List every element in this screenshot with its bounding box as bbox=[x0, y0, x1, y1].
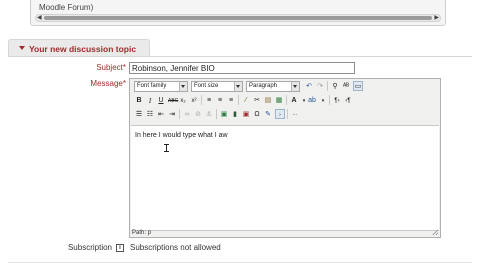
background-color-icon[interactable]: ab bbox=[307, 95, 317, 105]
toolbar-separator bbox=[216, 109, 217, 119]
toolbar-separator bbox=[238, 95, 239, 105]
font-size-select[interactable]: Font size bbox=[191, 81, 243, 92]
paste-icon[interactable]: ▤ bbox=[263, 95, 273, 105]
scroll-right-icon[interactable]: ▶ bbox=[433, 15, 439, 21]
collapse-arrow-icon[interactable] bbox=[19, 46, 25, 50]
fullscreen-icon[interactable]: ▭ bbox=[353, 81, 363, 91]
rtl-icon[interactable]: ‹¶ bbox=[343, 95, 353, 105]
dropdown-arrow-icon bbox=[291, 82, 299, 91]
subscription-label: Subscription bbox=[67, 243, 112, 252]
paragraph-format-value: Paragraph bbox=[249, 83, 278, 89]
text-color-icon[interactable]: A bbox=[289, 95, 299, 105]
font-size-value: Font size bbox=[194, 83, 219, 89]
section-title[interactable]: Your new discussion topic bbox=[29, 44, 136, 54]
toolbar-separator bbox=[286, 95, 287, 105]
paragraph-format-select[interactable]: Paragraph bbox=[246, 81, 300, 92]
indent-icon[interactable]: ⇥ bbox=[167, 109, 177, 119]
font-family-value: Font family bbox=[137, 83, 167, 89]
insert-image-icon[interactable]: ▣ bbox=[219, 109, 229, 119]
toolbar-separator bbox=[201, 95, 202, 105]
paste-text-icon[interactable]: ✂ bbox=[252, 95, 262, 105]
text-cursor-icon bbox=[164, 144, 169, 152]
bulleted-list-icon[interactable]: ☰ bbox=[134, 109, 144, 119]
bold-icon[interactable]: B bbox=[134, 95, 144, 105]
editor-path: Path: p bbox=[132, 230, 152, 236]
toolbar-separator bbox=[179, 109, 180, 119]
toolbar-row-2: B I U ABC x₂ x² ≡ ≡ ≡ ⁄ ✂ ▤ ▦ A ▾ ab ▾ ¶… bbox=[132, 94, 438, 107]
find-icon[interactable]: ⚲ bbox=[330, 81, 340, 91]
rich-text-editor: Font family Font size Paragraph ↶ ↷ ⚲ ᴬᴮ… bbox=[129, 78, 441, 238]
horizontal-scrollbar[interactable]: ◀ ▶ bbox=[35, 14, 441, 22]
clean-formatting-icon[interactable]: ⁄ bbox=[241, 95, 251, 105]
link-icon[interactable]: ∞ bbox=[182, 109, 192, 119]
message-label-text: Message bbox=[90, 79, 123, 88]
unlink-icon[interactable]: ⊘ bbox=[193, 109, 203, 119]
section-legend[interactable]: Your new discussion topic bbox=[8, 39, 150, 57]
html-source-icon[interactable]: › bbox=[275, 109, 285, 119]
align-center-icon[interactable]: ≡ bbox=[215, 95, 225, 105]
resize-handle-icon[interactable] bbox=[432, 229, 438, 235]
find-replace-icon[interactable]: ᴬᴮ bbox=[341, 81, 351, 91]
font-family-select[interactable]: Font family bbox=[134, 81, 188, 92]
ltr-icon[interactable]: ¶› bbox=[332, 95, 342, 105]
italic-icon[interactable]: I bbox=[145, 95, 155, 105]
superscript-icon[interactable]: x² bbox=[189, 95, 199, 105]
subscription-value: Subscriptions not allowed bbox=[130, 243, 221, 252]
dropdown-arrow-icon bbox=[234, 82, 242, 91]
strikethrough-icon[interactable]: ABC bbox=[167, 95, 178, 105]
section-divider bbox=[8, 56, 472, 57]
previous-section-text: Moodle Forum) bbox=[39, 3, 94, 12]
underline-icon[interactable]: U bbox=[156, 95, 166, 105]
toolbar-separator bbox=[287, 109, 288, 119]
subject-label-text: Subject bbox=[96, 63, 123, 72]
paste-word-icon[interactable]: ▦ bbox=[274, 95, 284, 105]
align-left-icon[interactable]: ≡ bbox=[204, 95, 214, 105]
subscript-icon[interactable]: x₂ bbox=[178, 95, 188, 105]
subject-input[interactable] bbox=[129, 62, 355, 74]
previous-section-box: Moodle Forum) ◀ ▶ bbox=[30, 0, 446, 26]
numbered-list-icon[interactable]: ☷ bbox=[145, 109, 155, 119]
required-mark: * bbox=[122, 79, 126, 88]
insert-media-icon[interactable]: ▮ bbox=[230, 109, 240, 119]
nonbreaking-space-icon[interactable]: ⋯ bbox=[290, 109, 300, 119]
scroll-left-icon[interactable]: ◀ bbox=[37, 15, 43, 21]
scrollbar-thumb[interactable] bbox=[44, 16, 432, 20]
align-right-icon[interactable]: ≡ bbox=[226, 95, 236, 105]
outdent-icon[interactable]: ⇤ bbox=[156, 109, 166, 119]
message-label: Message* bbox=[60, 79, 126, 88]
toolbar-row-1: Font family Font size Paragraph ↶ ↷ ⚲ ᴬᴮ… bbox=[132, 80, 438, 93]
subject-label: Subject* bbox=[60, 63, 126, 72]
toolbar-separator bbox=[327, 81, 328, 91]
toolbar-row-3: ☰ ☷ ⇤ ⇥ ∞ ⊘ ⚓ ▣ ▮ ▣ Ω ✎ › ⋯ bbox=[132, 108, 438, 121]
required-mark: * bbox=[122, 63, 126, 72]
insert-equation-icon[interactable]: ▣ bbox=[241, 109, 251, 119]
section-bottom-divider bbox=[8, 262, 472, 263]
message-content[interactable]: In here I would type what I aw bbox=[135, 132, 228, 139]
message-content-area[interactable]: In here I would type what I aw bbox=[131, 125, 439, 231]
emoticon-icon[interactable]: ✎ bbox=[263, 109, 273, 119]
anchor-icon[interactable]: ⚓ bbox=[204, 109, 214, 119]
special-character-icon[interactable]: Ω bbox=[252, 109, 262, 119]
undo-icon[interactable]: ↶ bbox=[304, 81, 314, 91]
dropdown-arrow-icon bbox=[179, 82, 187, 91]
redo-icon[interactable]: ↷ bbox=[315, 81, 325, 91]
toolbar-separator bbox=[329, 95, 330, 105]
dropdown-arrow-icon[interactable]: ▾ bbox=[318, 95, 328, 105]
help-icon[interactable]: i bbox=[116, 244, 124, 252]
